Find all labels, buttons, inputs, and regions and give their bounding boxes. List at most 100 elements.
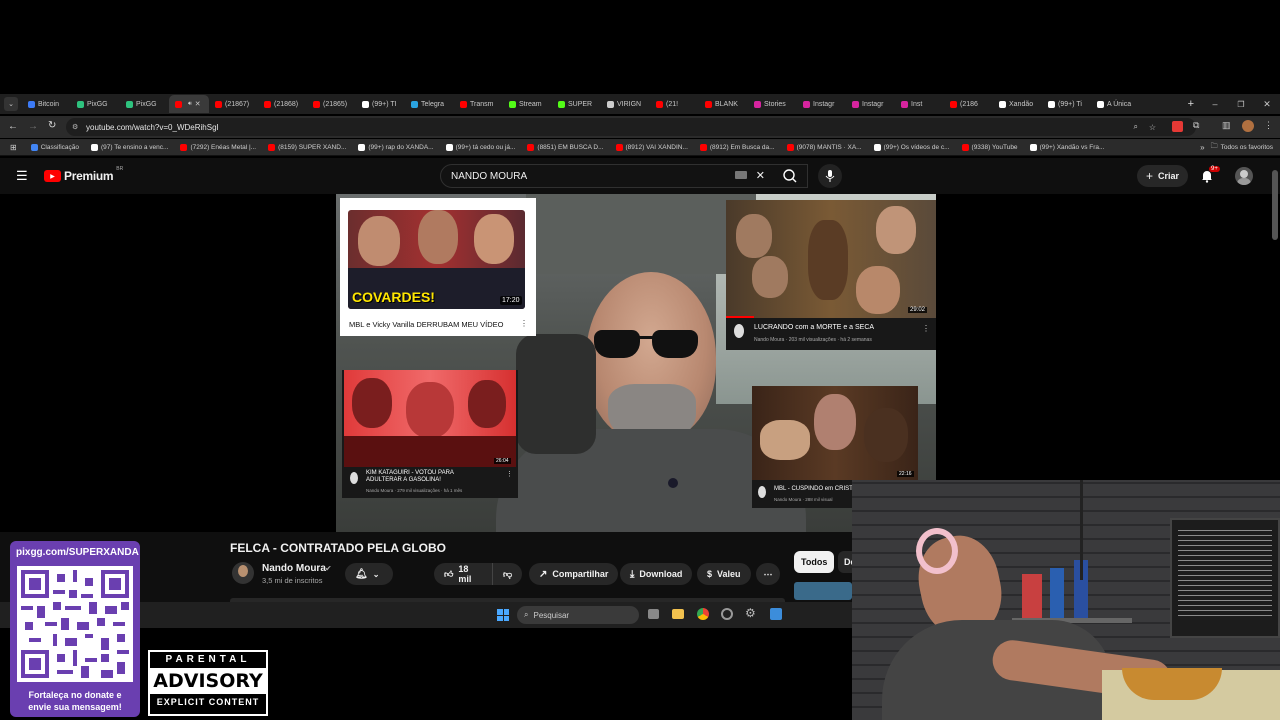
keyboard-icon[interactable] <box>735 171 747 179</box>
notifications-button[interactable]: 9+ <box>1200 166 1220 185</box>
tab-close-icon[interactable]: ✕ <box>195 100 201 108</box>
browser-tab[interactable]: Bitcoin <box>22 95 71 113</box>
bookmark-star-icon[interactable]: ☆ <box>1149 123 1156 132</box>
page-scrollbar[interactable] <box>1272 170 1278 240</box>
endcard-menu-icon-2[interactable]: ⋮ <box>922 324 930 333</box>
site-info-icon[interactable]: ⚙ <box>72 123 78 131</box>
windows-start-icon[interactable] <box>497 609 509 621</box>
bookmark-item[interactable]: (99+) Xandão vs Fra... <box>1024 143 1111 151</box>
video-player[interactable]: COVARDES! 17:20 MBL e Vicky Vanilla DERR… <box>336 194 936 532</box>
hamburger-menu-icon[interactable]: ☰ <box>16 168 28 184</box>
youtube-premium-logo[interactable]: ▶ Premium BR <box>44 166 123 183</box>
browser-tab[interactable]: Instagr <box>797 95 846 113</box>
search-input[interactable]: NANDO MOURA ✕ <box>440 164 808 188</box>
all-favorites-link[interactable]: 🗀 Todos os favoritos <box>1211 142 1280 153</box>
minimize-icon[interactable]: – <box>1202 99 1228 109</box>
settings-gear-icon[interactable]: ⚙ <box>745 606 756 620</box>
clear-search-icon[interactable]: ✕ <box>756 169 765 182</box>
zoom-icon[interactable]: ⌕ <box>1134 122 1138 132</box>
create-button[interactable]: + Criar <box>1137 165 1189 187</box>
dislike-button[interactable]: 👎︎ <box>492 563 522 585</box>
browser-tab[interactable]: Stories <box>748 95 797 113</box>
extension-red-icon[interactable] <box>1172 121 1183 132</box>
bookmarks-overflow-icon[interactable]: » <box>1194 143 1210 152</box>
browser-tab[interactable]: Inst <box>895 95 944 113</box>
browser-tab[interactable]: (2186 <box>944 95 993 113</box>
bookmark-item[interactable]: (8159) SUPER XAND... <box>262 143 352 151</box>
browser-tab[interactable]: Xandão <box>993 95 1042 113</box>
browser-tab[interactable]: PixGG <box>71 95 120 113</box>
bookmark-item[interactable]: (99+) rap do XANDÃ... <box>352 143 439 151</box>
endcard-video-3[interactable]: 26:04 KIM KATAGUIRI - VOTOU PARA ADULTER… <box>342 370 518 498</box>
browser-tab[interactable]: VIRIGN <box>601 95 650 113</box>
close-window-icon[interactable]: ✕ <box>1254 99 1280 110</box>
endcard-menu-icon-3[interactable]: ⋮ <box>506 470 513 478</box>
bookmark-item[interactable]: (99+) Os vídeos de c... <box>868 143 956 151</box>
chip-channel[interactable]: De <box>838 551 852 573</box>
endcard-video-1[interactable]: COVARDES! 17:20 MBL e Vicky Vanilla DERR… <box>340 198 536 336</box>
bookmark-item[interactable]: (97) Te ensino a venc... <box>85 143 174 151</box>
back-icon[interactable]: ← <box>8 121 18 132</box>
file-explorer-icon[interactable] <box>672 609 684 619</box>
snipping-tool-icon[interactable] <box>770 608 782 620</box>
endcard-menu-icon-1[interactable]: ⋮ <box>520 319 528 328</box>
endcard-video-2[interactable]: 29:02 LUCRANDO com a MORTE e a SECA Nand… <box>726 200 936 350</box>
taskbar-search-box[interactable]: ⌕ Pesquisar <box>517 606 639 624</box>
url-field[interactable]: ⚙ youtube.com/watch?v=0_WDeRihSgI ⌕ ☆ <box>66 118 1196 136</box>
chip-channel-label: De <box>844 557 852 567</box>
browser-tab[interactable]: PixGG <box>120 95 169 113</box>
restore-icon[interactable]: ❐ <box>1228 100 1254 109</box>
forward-icon[interactable]: → <box>28 121 38 132</box>
bookmark-item[interactable]: (99+) tá cedo ou já... <box>440 143 522 151</box>
subscription-bell-button[interactable]: 🔔︎ ⌄ <box>345 563 393 585</box>
endcard-title-1: MBL e Vicky Vanilla DERRUBAM MEU VÍDEO <box>349 320 504 329</box>
reload-icon[interactable]: ↻ <box>48 120 56 131</box>
tab-search-dropdown-icon[interactable]: ⌄ <box>4 97 18 111</box>
browser-tab[interactable]: Stream <box>503 95 552 113</box>
sidebar-icon[interactable]: ▥ <box>1222 120 1231 131</box>
account-avatar[interactable] <box>1235 167 1253 185</box>
browser-tab[interactable]: Instagr <box>846 95 895 113</box>
browser-tab[interactable]: (21! <box>650 95 699 113</box>
like-button[interactable]: 👍︎ 18 mil <box>434 563 492 585</box>
browser-tab[interactable]: (99+) TI <box>356 95 405 113</box>
chrome-icon[interactable] <box>697 608 709 620</box>
search-button[interactable] <box>772 164 808 188</box>
bookmark-item[interactable]: (9078) MANTIS · XA... <box>781 143 868 151</box>
extensions-icon[interactable]: ⧉ <box>1193 120 1199 131</box>
browser-menu-icon[interactable]: ⋮ <box>1264 120 1273 131</box>
app-icon-red-dot[interactable] <box>721 608 733 620</box>
apps-grid-icon[interactable]: ⊞ <box>0 143 25 152</box>
channel-avatar[interactable] <box>232 562 254 584</box>
browser-tab[interactable]: Telegra <box>405 95 454 113</box>
browser-tab[interactable]: BLANK <box>699 95 748 113</box>
browser-tab[interactable]: (21868) <box>258 95 307 113</box>
channel-name[interactable]: Nando Moura <box>262 563 326 574</box>
browser-tab[interactable]: A Única <box>1091 95 1140 113</box>
profile-avatar[interactable] <box>1242 120 1254 132</box>
browser-tab[interactable]: (99+) Ti <box>1042 95 1091 113</box>
new-tab-button[interactable]: + <box>1180 98 1202 110</box>
bookmark-item[interactable]: (8851) EM BUSCA D... <box>521 143 609 151</box>
browser-tab[interactable]: Transm <box>454 95 503 113</box>
chip-all[interactable]: Todos <box>794 551 835 573</box>
browser-tab[interactable]: (21865) <box>307 95 356 113</box>
bookmark-item[interactable]: (7292) Enéas Metal |... <box>174 143 262 151</box>
browser-tab[interactable]: (21867) <box>209 95 258 113</box>
thanks-button[interactable]: $ Valeu <box>697 563 751 585</box>
browser-tab[interactable]: SUPER <box>552 95 601 113</box>
voice-search-button[interactable] <box>818 164 842 188</box>
bookmark-item[interactable]: (8912) Em Busca da... <box>694 143 781 151</box>
download-button[interactable]: ⤓ Download <box>620 563 693 585</box>
bookmark-item[interactable]: Classificação <box>25 143 85 151</box>
share-button[interactable]: ↗ Compartilhar <box>529 563 619 585</box>
bookmark-item[interactable]: (9338) YouTube <box>956 143 1024 151</box>
tab-label: Stories <box>764 100 786 108</box>
browser-tab[interactable]: 🔊︎ ✕ <box>169 95 209 113</box>
tab-favicon-icon <box>509 100 516 108</box>
tab-audio-icon[interactable]: 🔊︎ <box>188 101 192 108</box>
more-actions-button[interactable]: ⋯ <box>756 563 780 585</box>
bookmark-item[interactable]: (8912) VAI XANDIN... <box>610 143 694 151</box>
task-view-icon[interactable] <box>648 609 659 619</box>
recommended-thumbnail[interactable] <box>794 582 852 600</box>
